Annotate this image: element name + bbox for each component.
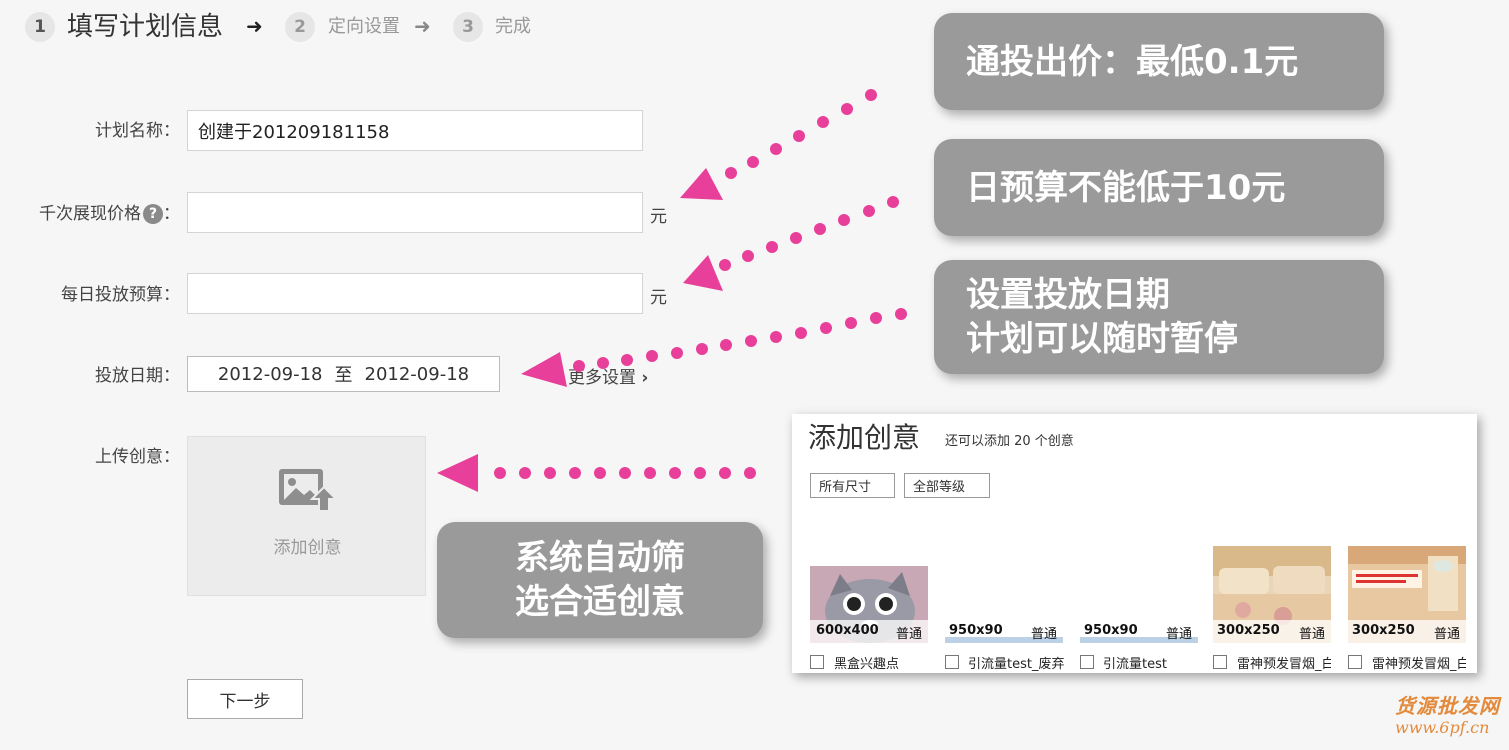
arrow-to-cpm-price (680, 89, 877, 200)
creative-4-checkbox[interactable] (1213, 655, 1227, 669)
thumb-1-size: 600x400 (816, 623, 879, 638)
add-creative-panel: 添加创意 还可以添加 20 个创意 所有尺寸 全部等级 600x400 普通 9… (792, 414, 1477, 673)
size-filter[interactable]: 所有尺寸 (810, 473, 895, 498)
panel-subtitle: 还可以添加 20 个创意 (945, 434, 1074, 449)
panel-title: 添加创意 (808, 421, 921, 454)
creative-thumb-3[interactable]: 950x90 普通 (1080, 619, 1198, 643)
creative-thumb-5[interactable]: 300x250 普通 (1348, 546, 1466, 643)
watermark-url: www.6pf.cn (1395, 718, 1490, 737)
arrow-to-daily-budget (683, 196, 899, 291)
creative-thumb-2[interactable]: 950x90 普通 (945, 619, 1063, 643)
creative-1-name: 黑盒兴趣点 (834, 657, 900, 672)
creative-3-checkbox[interactable] (1080, 655, 1094, 669)
watermark-text: 货源批发网 (1395, 694, 1500, 718)
thumb-3-level: 普通 (1166, 627, 1193, 642)
callout-date-line2: 计划可以随时暂停 (966, 319, 1238, 359)
arrow-to-upload (437, 454, 756, 492)
thumb-1-level: 普通 (896, 627, 923, 642)
creative-1-checkbox[interactable] (810, 655, 824, 669)
callout-date-line1: 设置投放日期 (966, 275, 1170, 315)
creative-2-name: 引流量test_废弃 (968, 657, 1065, 672)
callout-bid: 通投出价：最低0.1元 (934, 13, 1384, 110)
creative-3-name: 引流量test (1103, 657, 1167, 672)
level-filter[interactable]: 全部等级 (904, 473, 990, 498)
callout-budget: 日预算不能低于10元 (934, 139, 1384, 236)
callout-auto-line1: 系统自动筛 (515, 538, 685, 578)
thumb-2-level: 普通 (1031, 627, 1058, 642)
creative-5-checkbox[interactable] (1348, 655, 1362, 669)
thumb-5-level: 普通 (1434, 627, 1461, 642)
callout-auto-select: 系统自动筛 选合适创意 (437, 522, 763, 638)
callout-date: 设置投放日期 计划可以随时暂停 (934, 260, 1384, 374)
creative-5-name: 雷神预发冒烟_白 (1372, 657, 1466, 672)
thumb-4-level: 普通 (1299, 627, 1326, 642)
thumb-3-size: 950x90 (1084, 623, 1138, 638)
thumb-5-size: 300x250 (1352, 623, 1415, 638)
creative-2-checkbox[interactable] (945, 655, 959, 669)
callout-budget-text: 日预算不能低于10元 (966, 167, 1286, 208)
callout-bid-text: 通投出价：最低0.1元 (966, 41, 1299, 82)
thumb-4-size: 300x250 (1217, 623, 1280, 638)
creative-4-name: 雷神预发冒烟_白 (1237, 657, 1331, 672)
callout-auto-line2: 选合适创意 (515, 582, 685, 622)
thumb-2-size: 950x90 (949, 623, 1003, 638)
creative-thumb-4[interactable]: 300x250 普通 (1213, 546, 1331, 643)
arrow-to-date-range (521, 308, 907, 387)
creative-thumb-1[interactable]: 600x400 普通 (810, 566, 928, 643)
